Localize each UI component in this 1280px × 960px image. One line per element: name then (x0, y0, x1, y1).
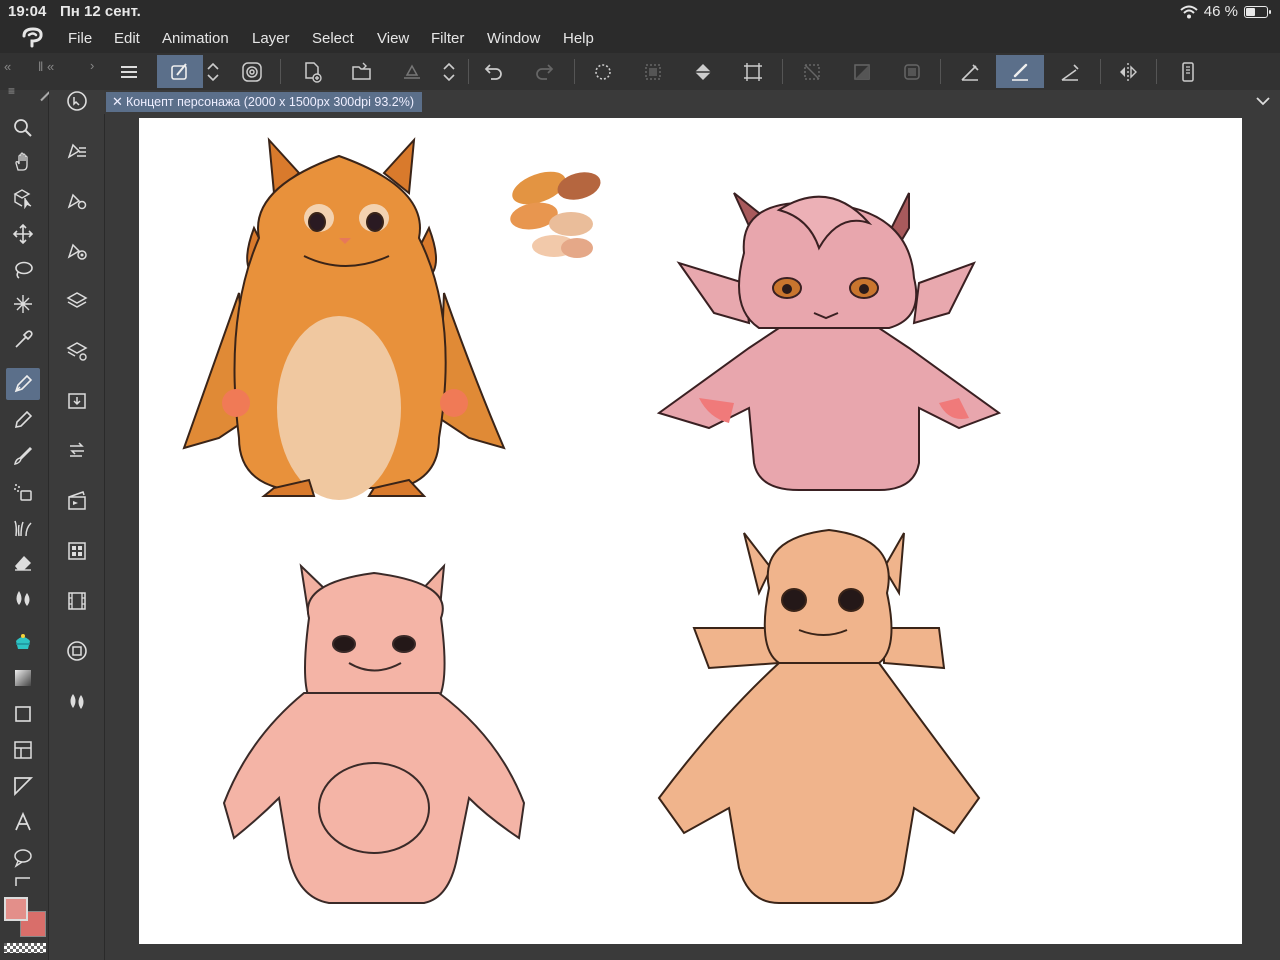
spiral-icon[interactable] (234, 55, 270, 88)
save-icon[interactable] (394, 55, 430, 88)
close-tab-icon[interactable]: ✕ (112, 92, 123, 112)
flip-horizontal-icon[interactable] (1110, 55, 1146, 88)
drawing-canvas[interactable] (139, 118, 1242, 944)
pencil-icon[interactable] (6, 404, 40, 436)
menu-bar: File Edit Animation Layer Select View Fi… (0, 24, 1280, 53)
menu-select[interactable]: Select (312, 30, 354, 47)
battery-icon (1244, 5, 1271, 18)
zoom-icon[interactable] (6, 112, 40, 144)
menu-help[interactable]: Help (563, 30, 594, 47)
brush-size-icon[interactable] (59, 234, 95, 268)
menu-icon[interactable] (111, 55, 147, 88)
move-icon[interactable] (6, 218, 40, 250)
status-bar: 19:04 Пн 12 сент. 46 % (0, 0, 1280, 24)
fill-icon[interactable] (6, 626, 40, 658)
status-time: 19:04 (8, 3, 47, 20)
up-down-icon[interactable] (200, 55, 226, 88)
gradient-icon[interactable] (6, 662, 40, 694)
text-icon[interactable] (6, 806, 40, 838)
document-tab-title: Концепт персонажа (2000 x 1500px 300dpi … (126, 95, 414, 109)
chevron-down-icon[interactable] (1254, 92, 1272, 110)
document-tab[interactable]: ✕ Концепт персонажа (2000 x 1500px 300dp… (106, 92, 422, 112)
material-icon[interactable] (59, 534, 95, 568)
history-icon[interactable] (59, 434, 95, 468)
undo-icon[interactable] (476, 55, 512, 88)
fill-bucket-icon[interactable] (685, 55, 721, 88)
color-swatch-blobs (510, 171, 601, 258)
redo-icon[interactable] (526, 55, 562, 88)
wifi-icon (1180, 5, 1198, 18)
menu-edit[interactable]: Edit (114, 30, 140, 47)
selection-layer-icon[interactable] (894, 55, 930, 88)
figure-icon[interactable] (6, 698, 40, 730)
menu-window[interactable]: Window (487, 30, 540, 47)
deselect-icon[interactable] (794, 55, 830, 88)
color-swatches (2, 895, 48, 957)
blend-icon[interactable] (6, 582, 40, 614)
status-right: 46 % (1180, 3, 1271, 20)
character-peach (657, 528, 981, 904)
ruler-snap-icon[interactable] (952, 55, 988, 88)
brush-icon[interactable] (6, 440, 40, 472)
layer-icon[interactable] (59, 284, 95, 318)
open-folder-icon[interactable] (344, 55, 380, 88)
invert-selection-icon[interactable] (844, 55, 880, 88)
expand-icon[interactable]: › (90, 58, 94, 73)
device-icon[interactable] (1170, 55, 1206, 88)
eraser-icon[interactable] (6, 546, 40, 578)
frame-icon[interactable] (6, 734, 40, 766)
pen-icon[interactable] (6, 368, 40, 400)
document-tab-bar: ✕ Концепт персонажа (2000 x 1500px 300dp… (104, 90, 1280, 114)
transparent-color-swatch[interactable] (4, 943, 46, 953)
character-pink-horned (656, 192, 1002, 491)
menu-view[interactable]: View (377, 30, 409, 47)
navigator-icon[interactable] (59, 84, 95, 118)
quick-access-icon[interactable] (157, 55, 203, 88)
sub-tool-icon[interactable] (59, 134, 95, 168)
status-date: Пн 12 сент. (60, 3, 141, 20)
line-correction-icon[interactable] (6, 876, 40, 890)
battery-percent: 46 % (1203, 3, 1238, 20)
palette-bar (49, 90, 105, 960)
ruler-icon[interactable] (6, 770, 40, 802)
up-down-icon-2[interactable] (436, 55, 462, 88)
menu-layer[interactable]: Layer (252, 30, 290, 47)
eyedropper-icon[interactable] (6, 324, 40, 356)
clear-selection-icon[interactable] (635, 55, 671, 88)
collapse-left-icon[interactable]: « (4, 59, 11, 74)
panel-toggle-icon[interactable]: ‖ « (38, 59, 54, 74)
selection-marquee-icon[interactable] (585, 55, 621, 88)
brush-snap-icon[interactable] (996, 55, 1044, 88)
color-circle-icon[interactable] (59, 634, 95, 668)
animation-icon[interactable] (59, 484, 95, 518)
menu-filter[interactable]: Filter (431, 30, 464, 47)
balloon-icon[interactable] (6, 842, 40, 874)
palette-menu-icon[interactable]: ≡ (8, 84, 15, 98)
menu-animation[interactable]: Animation (162, 30, 229, 47)
tool-property-icon[interactable] (59, 184, 95, 218)
artwork (182, 137, 1002, 904)
airbrush-icon[interactable] (6, 476, 40, 508)
app-logo-icon[interactable] (20, 26, 46, 50)
special-ruler-snap-icon[interactable] (1052, 55, 1088, 88)
timeline-icon[interactable] (59, 584, 95, 618)
color-mix-icon[interactable] (59, 684, 95, 718)
auto-select-icon[interactable] (6, 288, 40, 320)
menu-file[interactable]: File (68, 30, 92, 47)
main-color-swatch[interactable] (4, 897, 28, 921)
tool-palette: ≡ (0, 82, 51, 960)
import-icon[interactable] (59, 384, 95, 418)
decoration-icon[interactable] (6, 512, 40, 544)
character-orange (182, 137, 506, 500)
operation-icon[interactable] (6, 182, 40, 214)
layer-property-icon[interactable] (59, 334, 95, 368)
command-bar: « ‖ « › (0, 53, 1280, 91)
character-pink-lineart (222, 563, 526, 904)
crop-transform-icon[interactable] (735, 55, 771, 88)
lasso-select-icon[interactable] (6, 254, 40, 286)
hand-icon[interactable] (6, 146, 40, 178)
new-canvas-icon[interactable] (294, 55, 330, 88)
